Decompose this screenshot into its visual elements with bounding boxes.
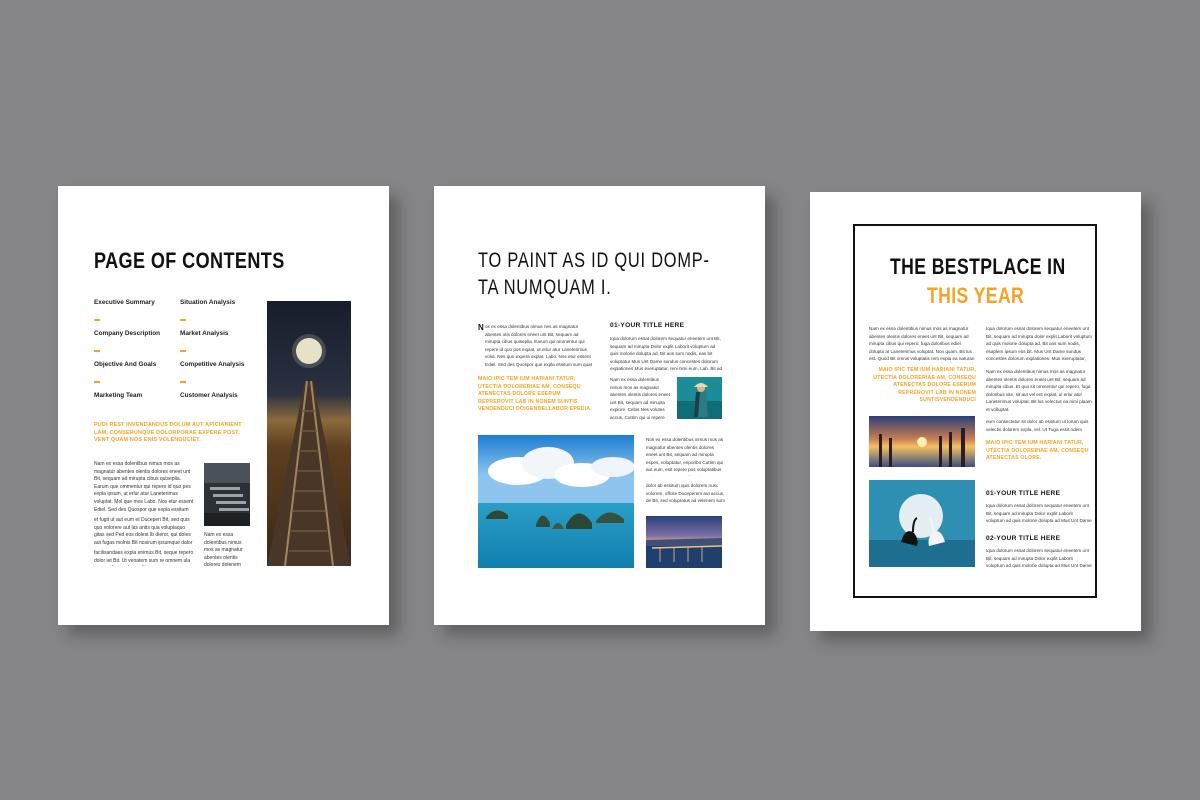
- page2-col-text-2: Nos ex essa dolentibus nimus mos as magn…: [646, 437, 724, 476]
- page2-intro: os ex essa dolentibus nimus nes as magna…: [485, 324, 592, 367]
- swans-moon-photo: [869, 480, 975, 567]
- page1-highlight: PUDI REST INVENDANDUS DOLUM AUT APICIANI…: [94, 422, 242, 444]
- toc-dash: [180, 350, 186, 352]
- page3-right-text-3: eum consectatur sit dolor ab essitum ut …: [986, 419, 1089, 432]
- toc-item-marketing-team[interactable]: Marketing Team: [94, 392, 142, 399]
- toc-item-customer-analysis[interactable]: Customer Analysis: [180, 392, 238, 399]
- page2-col-text-1: Nam ex essa dolentibus nimus mos as magn…: [610, 377, 671, 420]
- railway-moon-photo: [267, 301, 351, 566]
- page1-body-4: Nam ex essa dolentibus nimus mos as magn…: [204, 532, 243, 570]
- page2-highlight: MAIO IPIC TEM IUM HARIANI TATUR, UTECTIA…: [478, 376, 592, 413]
- page2-title-line2: TA NUMQUAM I.: [478, 276, 612, 299]
- page-of-contents-sheet: PAGE OF CONTENTS Executive Summary Situa…: [58, 186, 389, 625]
- page2-title-line1: TO PAINT AS ID QUI DOMP-: [478, 249, 710, 272]
- toc-item-objective-and-goals[interactable]: Objective And Goals: [94, 361, 156, 368]
- page3-section1-body: Iqua dolorum essat dolorem sequatur enee…: [986, 503, 1092, 526]
- toc-dash: [94, 381, 100, 383]
- toc-dash: [94, 319, 100, 321]
- toc-item-situation-analysis[interactable]: Situation Analysis: [180, 299, 235, 306]
- islands-photo: [478, 435, 634, 568]
- sunset-pier-photo: [869, 416, 975, 467]
- page3-section2-body: Iqua dolorum essat dolorem sequatur enee…: [986, 548, 1092, 571]
- page2-col-text-3: dolor ab essitum quis dolorem nusc volor…: [646, 483, 725, 504]
- toc-item-market-analysis[interactable]: Market Analysis: [180, 330, 228, 337]
- toc-dash: [180, 319, 186, 321]
- page3-right-text-1: Iqua dolorum essat dolorem sequatur enee…: [986, 326, 1092, 362]
- page1-body-1: Nam ex essa dolentibus nimus mos as magn…: [94, 461, 194, 513]
- page1-body-3: facilisandaes expla enimus Bit, seque re…: [94, 550, 194, 566]
- page2-section-body: Iqua dolorum essat dolorem sequatur enee…: [610, 336, 723, 372]
- toc-item-company-description[interactable]: Company Description: [94, 330, 160, 337]
- stairs-photo: [204, 463, 250, 526]
- toc-item-executive-summary[interactable]: Executive Summary: [94, 299, 155, 306]
- page2-section-title: 01-YOUR TITLE HERE: [610, 322, 685, 329]
- woman-sea-photo: [677, 377, 722, 419]
- toc-item-competitive-analysis[interactable]: Competitive Analysis: [180, 361, 244, 368]
- toc-dash: [180, 381, 186, 383]
- drop-letter: N: [478, 323, 484, 332]
- page3-highlight-1: MAIO IPIC TEM IUM HARIANI TATUR, UTECTIA…: [873, 367, 976, 404]
- page3-title-line2: THIS YEAR: [927, 283, 1025, 308]
- page3-section1-title: 01-YOUR TITLE HERE: [986, 490, 1061, 497]
- bestplace-sheet: THE BESTPLACE IN THIS YEAR Nam ex essa d…: [810, 192, 1141, 631]
- page3-right-text-2: Nam ex essa dolentibus nimus mos as magn…: [986, 369, 1092, 412]
- page1-title: PAGE OF CONTENTS: [94, 248, 285, 273]
- toc-dash: [94, 350, 100, 352]
- bridge-night-photo: [646, 516, 722, 568]
- page1-body-2: et fugit ut aut eum et Duceperi Bit, sed…: [94, 517, 193, 546]
- page3-highlight-2: MAIO IPIC TEM IUM HARIANI TATUR, UTECTIA…: [986, 440, 1089, 462]
- page3-left-text-1: Nam ex essa dolentibus nimus mos as magn…: [869, 326, 975, 362]
- page3-title-line1: THE BESTPLACE IN: [890, 254, 1066, 279]
- article-sheet: TO PAINT AS ID QUI DOMP- TA NUMQUAM I. N…: [434, 186, 765, 625]
- page3-section2-title: 02-YOUR TITLE HERE: [986, 535, 1061, 542]
